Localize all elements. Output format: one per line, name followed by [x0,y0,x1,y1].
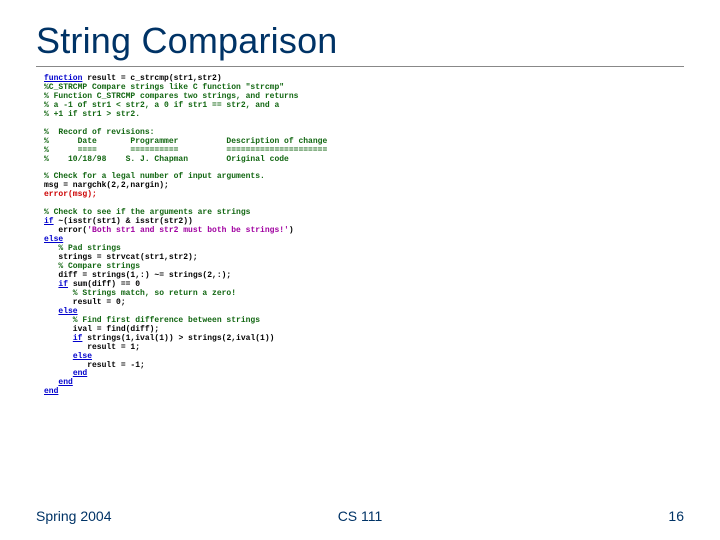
kw-if: if [58,280,68,289]
footer-left: Spring 2004 [36,508,112,524]
kw-if: if [44,217,54,226]
code-comment: % ==== ========== ===================== [44,146,327,155]
kw-if: if [73,334,83,343]
code-comment: % Find first difference between strings [44,316,260,325]
code-blank [44,164,49,173]
kw-end: end [58,378,72,387]
code-indent [44,334,73,343]
kw-else: else [58,307,77,316]
code-error: error(msg); [44,190,97,199]
code-line: result = c_strcmp(str1,str2) [82,74,221,83]
code-line: result = 0; [44,298,126,307]
code-indent [44,352,73,361]
slide-title: String Comparison [36,20,684,62]
code-line: result = -1; [44,361,145,370]
code-comment: %C_STRCMP Compare strings like C functio… [44,83,284,92]
code-comment: % +1 if str1 > str2. [44,110,140,119]
kw-function: function [44,74,82,83]
title-rule [36,66,684,67]
code-blank [44,199,49,208]
code-indent [44,378,58,387]
code-line: diff = strings(1,:) ~= strings(2,:); [44,271,231,280]
code-line: ~(isstr(str1) & isstr(str2)) [54,217,193,226]
code-line: msg = nargchk(2,2,nargin); [44,181,169,190]
code-line: ) [289,226,294,235]
code-line: ival = find(diff); [44,325,159,334]
code-line: strings(1,ival(1)) > strings(2,ival(1)) [82,334,274,343]
code-comment: % a -1 of str1 < str2, a 0 if str1 == st… [44,101,279,110]
kw-end: end [73,369,87,378]
code-comment: % Record of revisions: [44,128,154,137]
code-comment: % Check to see if the arguments are stri… [44,208,250,217]
footer-page-number: 16 [668,508,684,524]
kw-else: else [73,352,92,361]
code-line: error( [44,226,87,235]
footer-center: CS 111 [338,508,383,524]
code-line: result = 1; [44,343,140,352]
code-indent [44,307,58,316]
code-line: sum(diff) == 0 [68,280,140,289]
kw-else: else [44,235,63,244]
code-comment: % Compare strings [44,262,140,271]
kw-end: end [44,387,58,396]
code-comment: % Function C_STRCMP compares two strings… [44,92,298,101]
code-comment: % 10/18/98 S. J. Chapman Original code [44,155,289,164]
slide-root: String Comparison function result = c_st… [0,0,720,540]
code-line: strings = strvcat(str1,str2); [44,253,198,262]
code-indent [44,280,58,289]
code-blank [44,119,49,128]
slide-footer: Spring 2004 CS 111 16 [0,508,720,524]
code-indent [44,369,73,378]
code-comment: % Check for a legal number of input argu… [44,172,265,181]
code-comment: % Pad strings [44,244,121,253]
code-comment: % Date Programmer Description of change [44,137,327,146]
code-comment: % Strings match, so return a zero! [44,289,236,298]
code-string: 'Both str1 and str2 must both be strings… [87,226,289,235]
code-block: function result = c_strcmp(str1,str2) %C… [44,75,684,397]
